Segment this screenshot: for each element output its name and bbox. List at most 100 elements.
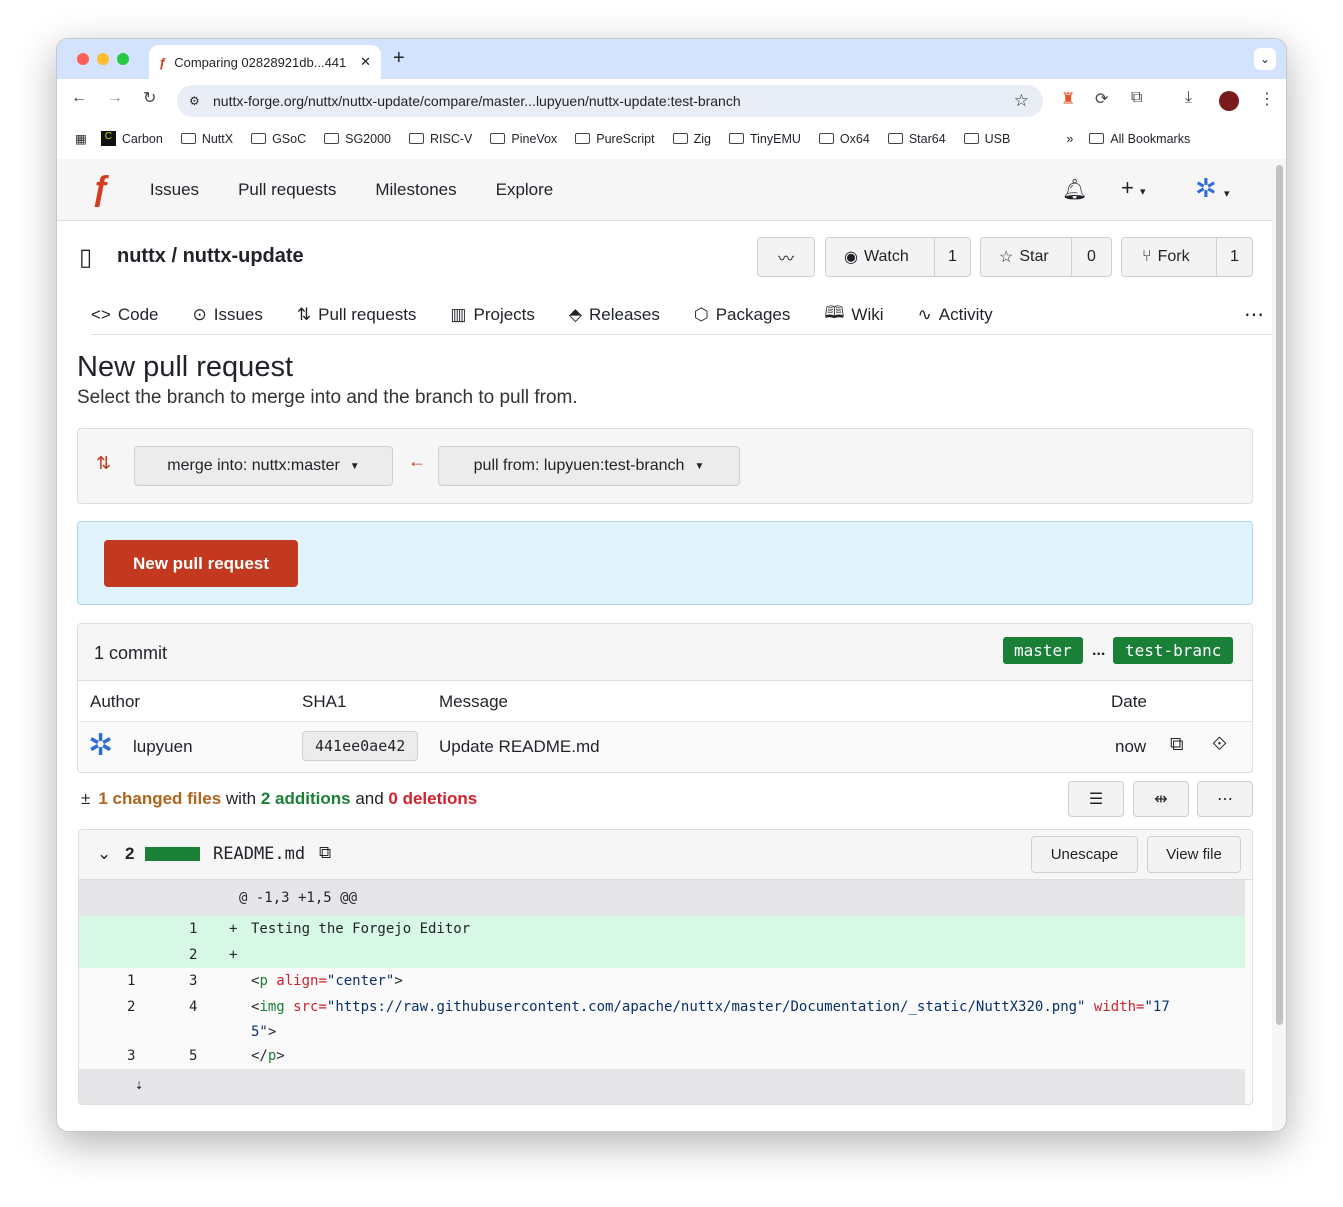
new-line-number[interactable]: 2: [189, 947, 197, 963]
rss-button[interactable]: 〰: [757, 237, 815, 277]
more-tabs-icon[interactable]: ⋯: [1244, 302, 1264, 327]
merge-into-dropdown[interactable]: merge into: nuttx:master ▼: [134, 446, 393, 486]
scrollbar-thumb[interactable]: [1276, 165, 1283, 1025]
old-line-number[interactable]: 2: [127, 999, 135, 1015]
star-button[interactable]: ☆ Star 0: [980, 237, 1112, 277]
scrollbar[interactable]: [1272, 159, 1286, 1131]
more-bookmarks-icon[interactable]: »: [1066, 132, 1073, 146]
more-options-button[interactable]: ⋯: [1197, 781, 1253, 817]
nav-pull-requests[interactable]: Pull requests: [238, 180, 336, 200]
tab-activity[interactable]: ∿ Activity: [918, 305, 993, 325]
view-file-button[interactable]: View file: [1147, 836, 1241, 873]
new-line-number[interactable]: 4: [189, 999, 197, 1015]
minimize-window-button[interactable]: [97, 53, 109, 65]
tab-pull-requests[interactable]: ⇅ Pull requests: [297, 305, 417, 325]
copy-icon[interactable]: ⧉: [1170, 734, 1184, 756]
new-line-number[interactable]: 5: [189, 1048, 197, 1064]
code-token: "https://raw.githubusercontent.com/apach…: [326, 999, 1086, 1015]
nav-milestones[interactable]: Milestones: [375, 180, 456, 200]
close-tab-icon[interactable]: ✕: [360, 54, 371, 70]
plus-minus-icon: ±: [81, 789, 91, 808]
folder-icon: [490, 133, 506, 144]
maximize-window-button[interactable]: [117, 53, 129, 65]
browse-source-icon[interactable]: ⟐: [1212, 734, 1227, 756]
apps-grid-icon[interactable]: ▦: [75, 131, 87, 146]
old-line-number[interactable]: 1: [127, 973, 135, 989]
context-line: 1 3 <p align="center">: [79, 968, 1245, 994]
tab-projects[interactable]: ▥ Projects: [450, 305, 534, 325]
repo-name-link[interactable]: nuttx-update: [183, 245, 304, 267]
file-tree-toggle-button[interactable]: ☰: [1068, 781, 1124, 817]
address-bar[interactable]: ⚙ nuttx-forge.org/nuttx/nuttx-update/com…: [177, 85, 1043, 117]
star-count[interactable]: 0: [1071, 238, 1111, 276]
site-settings-icon[interactable]: ⚙: [189, 94, 200, 108]
forward-icon[interactable]: →: [107, 89, 123, 107]
pull-from-dropdown[interactable]: pull from: lupyuen:test-branch ▼: [438, 446, 740, 486]
split-view-button[interactable]: ⇹: [1133, 781, 1189, 817]
bookmark-folder[interactable]: PureScript: [575, 132, 655, 146]
changed-files-count[interactable]: 1 changed files: [98, 789, 221, 808]
create-plus-icon[interactable]: + ▾: [1121, 175, 1146, 201]
tab-code[interactable]: <> Code: [91, 305, 159, 325]
tab-wiki[interactable]: 🕮 Wiki: [824, 300, 883, 329]
pull-from-label: pull from: lupyuen:test-branch: [473, 457, 685, 474]
diff-sign: +: [229, 921, 238, 937]
code-token: >: [267, 1023, 277, 1040]
forgejo-logo[interactable]: ƒ: [91, 170, 110, 209]
copy-path-icon[interactable]: ⧉: [319, 843, 331, 863]
watch-button[interactable]: ◉ Watch 1: [825, 237, 971, 277]
browser-menu-icon[interactable]: ⋮: [1259, 89, 1275, 109]
extensions-puzzle-icon[interactable]: ⧉: [1131, 89, 1142, 107]
bookmark-folder[interactable]: SG2000: [324, 132, 391, 146]
tab-search-chevron-icon[interactable]: ⌄: [1254, 48, 1276, 70]
base-branch-label[interactable]: master: [1003, 637, 1083, 664]
reload-icon[interactable]: ↻: [143, 88, 156, 108]
all-bookmarks[interactable]: All Bookmarks: [1089, 132, 1190, 146]
extension-icon[interactable]: ♜: [1061, 89, 1075, 109]
fork-count[interactable]: 1: [1216, 238, 1252, 276]
fork-button[interactable]: ⑂ Fork 1: [1121, 237, 1253, 277]
tab-label: Issues: [213, 304, 263, 324]
nav-explore[interactable]: Explore: [496, 180, 554, 200]
bookmark-folder[interactable]: GSoC: [251, 132, 306, 146]
tab-packages[interactable]: ⬡ Packages: [694, 305, 791, 325]
notifications-bell-icon[interactable]: 🔔︎: [1062, 177, 1087, 202]
new-line-number[interactable]: 1: [189, 921, 197, 937]
unescape-button[interactable]: Unescape: [1031, 836, 1138, 873]
bookmark-star-icon[interactable]: ☆: [1014, 91, 1029, 111]
download-icon[interactable]: ⤓: [1185, 89, 1192, 107]
code-text: <p align="center">: [251, 973, 403, 989]
repo-owner-link[interactable]: nuttx: [117, 245, 166, 267]
bookmark-folder[interactable]: TinyEMU: [728, 132, 801, 146]
bookmark-folder[interactable]: NuttX: [180, 132, 233, 146]
bookmark-folder[interactable]: Zig: [672, 132, 711, 146]
nav-issues[interactable]: Issues: [150, 180, 199, 200]
close-window-button[interactable]: [77, 53, 89, 65]
bookmark-carbon[interactable]: C Carbon: [100, 131, 163, 146]
commit-message-link[interactable]: Update README.md: [439, 737, 600, 757]
sha-link[interactable]: 441ee0ae42: [302, 731, 419, 761]
new-tab-icon[interactable]: +: [393, 47, 405, 70]
new-line-number[interactable]: 3: [189, 973, 197, 989]
bookmark-folder[interactable]: USB: [963, 132, 1010, 146]
browser-tab[interactable]: ƒ Comparing 02828921db...441 ✕: [149, 45, 381, 79]
diffstat-text: with: [221, 789, 261, 808]
old-line-number[interactable]: 3: [127, 1048, 135, 1064]
bookmark-folder[interactable]: Ox64: [818, 132, 870, 146]
profile-avatar[interactable]: [1219, 91, 1239, 111]
new-pull-request-button[interactable]: New pull request: [104, 540, 298, 587]
tab-issues[interactable]: ⊙ Issues: [193, 305, 263, 325]
user-avatar[interactable]: ✲ ▾: [1195, 173, 1230, 204]
bookmark-folder[interactable]: RISC-V: [409, 132, 472, 146]
tab-releases[interactable]: ⬘ Releases: [569, 305, 660, 325]
head-branch-label[interactable]: test-branc: [1113, 637, 1234, 664]
author-link[interactable]: lupyuen: [133, 737, 193, 757]
watch-count[interactable]: 1: [934, 238, 970, 276]
file-name[interactable]: README.md: [213, 844, 305, 864]
bookmark-folder[interactable]: PineVox: [490, 132, 557, 146]
bookmark-folder[interactable]: Star64: [887, 132, 946, 146]
back-icon[interactable]: ←: [71, 89, 87, 107]
expand-down-icon[interactable]: ⇣: [135, 1077, 143, 1093]
collapse-chevron-icon[interactable]: ⌄: [97, 844, 111, 864]
sync-icon[interactable]: ⟳: [1095, 89, 1108, 109]
